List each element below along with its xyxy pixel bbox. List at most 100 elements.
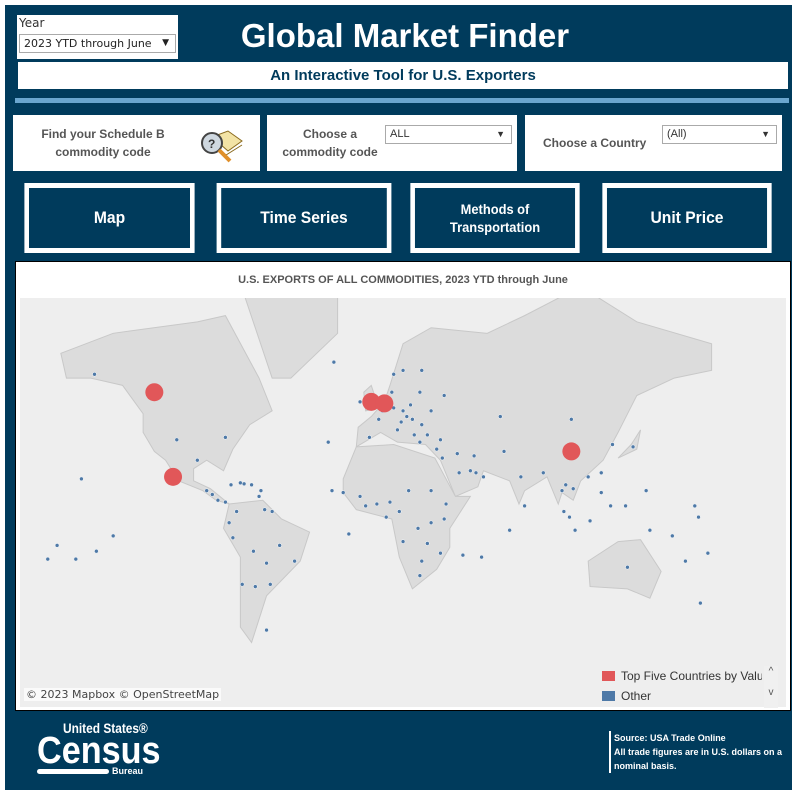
country-mark-other[interactable]: [501, 449, 507, 454]
country-mark-other[interactable]: [253, 584, 258, 589]
country-mark-other[interactable]: [473, 470, 479, 476]
country-mark-other[interactable]: [479, 554, 484, 560]
country-mark-top-five[interactable]: [375, 394, 394, 413]
country-mark-other[interactable]: [363, 503, 368, 509]
schedule-b-link[interactable]: Find your Schedule B commodity code: [33, 125, 173, 161]
country-mark-other[interactable]: [94, 548, 99, 554]
legend-item-other[interactable]: Other: [602, 686, 762, 706]
country-mark-other[interactable]: [692, 503, 698, 509]
country-dropdown[interactable]: (All) ▼: [662, 125, 777, 144]
country-mark-other[interactable]: [471, 453, 477, 459]
country-mark-other[interactable]: [357, 399, 363, 405]
year-dropdown[interactable]: 2023 YTD through June ▼: [19, 34, 176, 53]
chevron-up-icon[interactable]: ^: [764, 666, 778, 677]
country-mark-other[interactable]: [428, 520, 434, 525]
country-mark-other[interactable]: [419, 422, 424, 427]
country-mark-other[interactable]: [670, 533, 675, 539]
country-mark-other[interactable]: [434, 446, 439, 452]
country-mark-top-five[interactable]: [145, 383, 164, 402]
country-mark-other[interactable]: [256, 494, 262, 499]
country-mark-other[interactable]: [239, 582, 245, 587]
country-mark-other[interactable]: [331, 359, 337, 365]
country-mark-other[interactable]: [228, 482, 234, 488]
country-mark-other[interactable]: [195, 457, 200, 463]
country-mark-other[interactable]: [481, 474, 486, 480]
country-mark-other[interactable]: [376, 417, 381, 422]
country-mark-other[interactable]: [398, 419, 404, 425]
schedule-b-panel[interactable]: Find your Schedule B commodity code ?: [13, 115, 260, 171]
country-mark-other[interactable]: [625, 564, 630, 570]
country-mark-other[interactable]: [226, 520, 232, 525]
country-mark-other[interactable]: [383, 514, 389, 520]
country-mark-other[interactable]: [585, 474, 591, 480]
country-mark-other[interactable]: [599, 490, 604, 495]
country-mark-other[interactable]: [45, 556, 50, 562]
tab-map[interactable]: Map: [24, 183, 195, 253]
country-mark-other[interactable]: [425, 541, 430, 546]
country-mark-other[interactable]: [441, 516, 447, 522]
country-mark-other[interactable]: [610, 442, 615, 447]
country-mark-other[interactable]: [110, 533, 116, 539]
country-mark-other[interactable]: [397, 509, 402, 514]
country-mark-other[interactable]: [406, 488, 411, 493]
country-mark-other[interactable]: [608, 503, 613, 509]
country-mark-other[interactable]: [705, 550, 711, 556]
country-mark-other[interactable]: [572, 527, 578, 533]
country-mark-other[interactable]: [357, 494, 363, 499]
country-mark-other[interactable]: [79, 476, 84, 482]
country-mark-other[interactable]: [567, 514, 572, 520]
country-mark-other[interactable]: [230, 535, 236, 541]
country-mark-other[interactable]: [408, 402, 413, 408]
country-mark-other[interactable]: [415, 526, 421, 531]
country-mark-other[interactable]: [241, 481, 247, 487]
country-mark-other[interactable]: [389, 389, 395, 395]
country-mark-other[interactable]: [262, 507, 267, 512]
country-mark-other[interactable]: [698, 600, 703, 606]
country-mark-other[interactable]: [460, 552, 466, 558]
country-mark-other[interactable]: [258, 488, 264, 493]
country-mark-other[interactable]: [400, 408, 406, 414]
legend-scrollbar[interactable]: ^ v: [764, 666, 778, 708]
country-mark-other[interactable]: [234, 509, 239, 514]
country-mark-other[interactable]: [277, 543, 282, 548]
country-mark-other[interactable]: [683, 558, 688, 564]
legend-item-top-five[interactable]: Top Five Countries by Value: [602, 666, 762, 686]
country-mark-other[interactable]: [238, 480, 243, 486]
country-mark-other[interactable]: [174, 437, 180, 443]
tab-time-series[interactable]: Time Series: [216, 183, 392, 253]
country-mark-other[interactable]: [696, 514, 701, 520]
commodity-dropdown[interactable]: ALL ▼: [385, 125, 512, 144]
country-mark-other[interactable]: [647, 527, 653, 533]
country-mark-top-five[interactable]: [164, 467, 183, 486]
country-mark-other[interactable]: [587, 518, 593, 524]
country-mark-other[interactable]: [410, 417, 415, 422]
country-mark-other[interactable]: [340, 490, 346, 495]
country-mark-other[interactable]: [264, 560, 269, 566]
country-mark-other[interactable]: [346, 531, 352, 537]
chevron-down-icon[interactable]: v: [764, 687, 778, 698]
country-mark-other[interactable]: [428, 488, 434, 493]
country-mark-other[interactable]: [599, 470, 604, 476]
country-mark-other[interactable]: [522, 503, 527, 509]
country-mark-other[interactable]: [419, 368, 424, 373]
country-mark-other[interactable]: [541, 470, 546, 476]
country-mark-other[interactable]: [417, 439, 423, 445]
country-mark-other[interactable]: [440, 455, 445, 461]
country-mark-other[interactable]: [210, 492, 215, 497]
world-map[interactable]: © 2023 Mapbox © OpenStreetMap: [20, 233, 786, 707]
country-mark-other[interactable]: [223, 499, 228, 505]
country-mark-other[interactable]: [643, 488, 649, 493]
country-mark-top-five[interactable]: [562, 442, 581, 461]
country-mark-other[interactable]: [400, 539, 406, 544]
country-mark-other[interactable]: [249, 482, 254, 488]
country-mark-other[interactable]: [498, 414, 503, 419]
country-mark-other[interactable]: [570, 486, 576, 491]
country-mark-other[interactable]: [456, 470, 462, 476]
country-mark-other[interactable]: [268, 582, 273, 587]
country-mark-other[interactable]: [559, 488, 565, 493]
country-mark-other[interactable]: [73, 556, 79, 562]
country-mark-other[interactable]: [630, 444, 636, 450]
country-mark-other[interactable]: [387, 499, 393, 505]
country-mark-other[interactable]: [264, 627, 269, 633]
country-mark-other[interactable]: [404, 414, 410, 419]
